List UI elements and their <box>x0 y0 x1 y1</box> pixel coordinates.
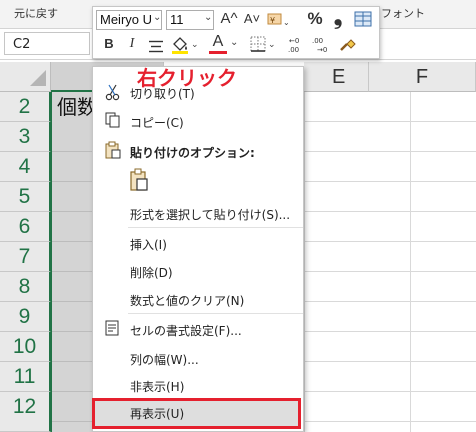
chevron-down-icon[interactable]: ⌄ <box>153 12 161 23</box>
scissors-icon <box>105 83 121 105</box>
font-group-label: フォント <box>381 7 425 20</box>
bold-button[interactable]: B <box>101 34 117 54</box>
comma-style-button[interactable]: ❟ <box>329 6 347 28</box>
column-header-f[interactable]: F <box>369 62 476 92</box>
undo-group-label[interactable]: 元に戻す <box>14 5 58 21</box>
name-box[interactable]: C2 <box>4 32 90 55</box>
paste-options-icon <box>105 141 121 163</box>
row-header-2[interactable]: 2 <box>0 92 51 122</box>
row-header-9[interactable]: 9 <box>0 302 51 332</box>
row-header-4[interactable]: 4 <box>0 152 51 182</box>
menu-separator <box>128 227 303 228</box>
menu-item-format-cells[interactable]: セルの書式設定(F)... <box>130 322 242 339</box>
menu-item-delete[interactable]: 削除(D) <box>130 264 173 281</box>
font-color-swatch <box>209 51 227 54</box>
format-as-table-icon[interactable] <box>354 11 372 31</box>
row-header-3[interactable]: 3 <box>0 122 51 152</box>
svg-text:⌄: ⌄ <box>191 40 199 50</box>
fill-color-icon[interactable]: ⌄ <box>170 35 200 59</box>
row-header-12[interactable]: 12 <box>0 392 51 432</box>
chevron-down-icon[interactable]: ⌄ <box>230 37 238 48</box>
decrease-decimal-icon[interactable]: .00 →0 <box>311 35 331 59</box>
menu-item-unhide[interactable]: 再表示(U) <box>130 405 184 422</box>
cell-b2-text[interactable]: 個数 <box>57 93 97 121</box>
svg-text:⌄: ⌄ <box>283 18 290 27</box>
menu-item-copy[interactable]: コピー(C) <box>130 114 184 131</box>
unhide-highlight-box <box>92 398 301 429</box>
italic-button[interactable]: I <box>124 34 140 54</box>
row-header-6[interactable]: 6 <box>0 212 51 242</box>
copy-icon <box>105 112 121 132</box>
select-all-triangle-icon <box>30 70 46 86</box>
chevron-down-icon[interactable]: ⌄ <box>204 12 212 23</box>
menu-item-clear-contents[interactable]: 数式と値のクリア(N) <box>130 292 244 309</box>
format-painter-icon[interactable] <box>339 36 357 56</box>
row-header-7[interactable]: 7 <box>0 242 51 272</box>
grow-font-button[interactable]: A^ <box>219 9 239 29</box>
svg-text:⌄: ⌄ <box>268 40 276 50</box>
font-color-button[interactable]: A <box>209 32 227 52</box>
row-header-5[interactable]: 5 <box>0 182 51 212</box>
svg-text:→0: →0 <box>317 46 327 54</box>
decrease-decimal-label: .00 <box>312 37 323 45</box>
column-header-e-label: E <box>332 66 346 88</box>
increase-decimal-label: .00 <box>288 46 299 54</box>
borders-icon[interactable]: ⌄ <box>250 36 278 58</box>
format-cells-icon <box>105 320 119 340</box>
align-center-icon[interactable] <box>148 38 164 57</box>
row-header-10[interactable]: 10 <box>0 332 51 362</box>
shrink-font-button[interactable]: A˅ <box>241 9 263 29</box>
menu-item-column-width[interactable]: 列の幅(W)... <box>130 351 199 368</box>
menu-item-hide[interactable]: 非表示(H) <box>130 378 184 395</box>
number-format-icon[interactable]: ¥ ⌄ <box>267 12 290 27</box>
paste-icon[interactable] <box>129 168 149 196</box>
row-header-8[interactable]: 8 <box>0 272 51 302</box>
menu-item-paste-options: 貼り付けのオプション: <box>130 146 255 160</box>
right-click-annotation: 右クリック <box>137 66 237 90</box>
svg-text:←0: ←0 <box>289 37 299 45</box>
menu-item-paste-special[interactable]: 形式を選択して貼り付け(S)... <box>130 206 290 223</box>
column-header-e[interactable]: E <box>304 62 369 92</box>
menu-item-insert[interactable]: 挿入(I) <box>130 236 167 253</box>
svg-text:¥: ¥ <box>270 16 275 25</box>
row-header-11[interactable]: 11 <box>0 362 51 392</box>
context-menu <box>92 66 304 432</box>
percent-style-button[interactable]: % <box>304 9 326 29</box>
increase-decimal-icon[interactable]: ←0.00 <box>286 35 306 59</box>
menu-separator <box>128 313 303 314</box>
